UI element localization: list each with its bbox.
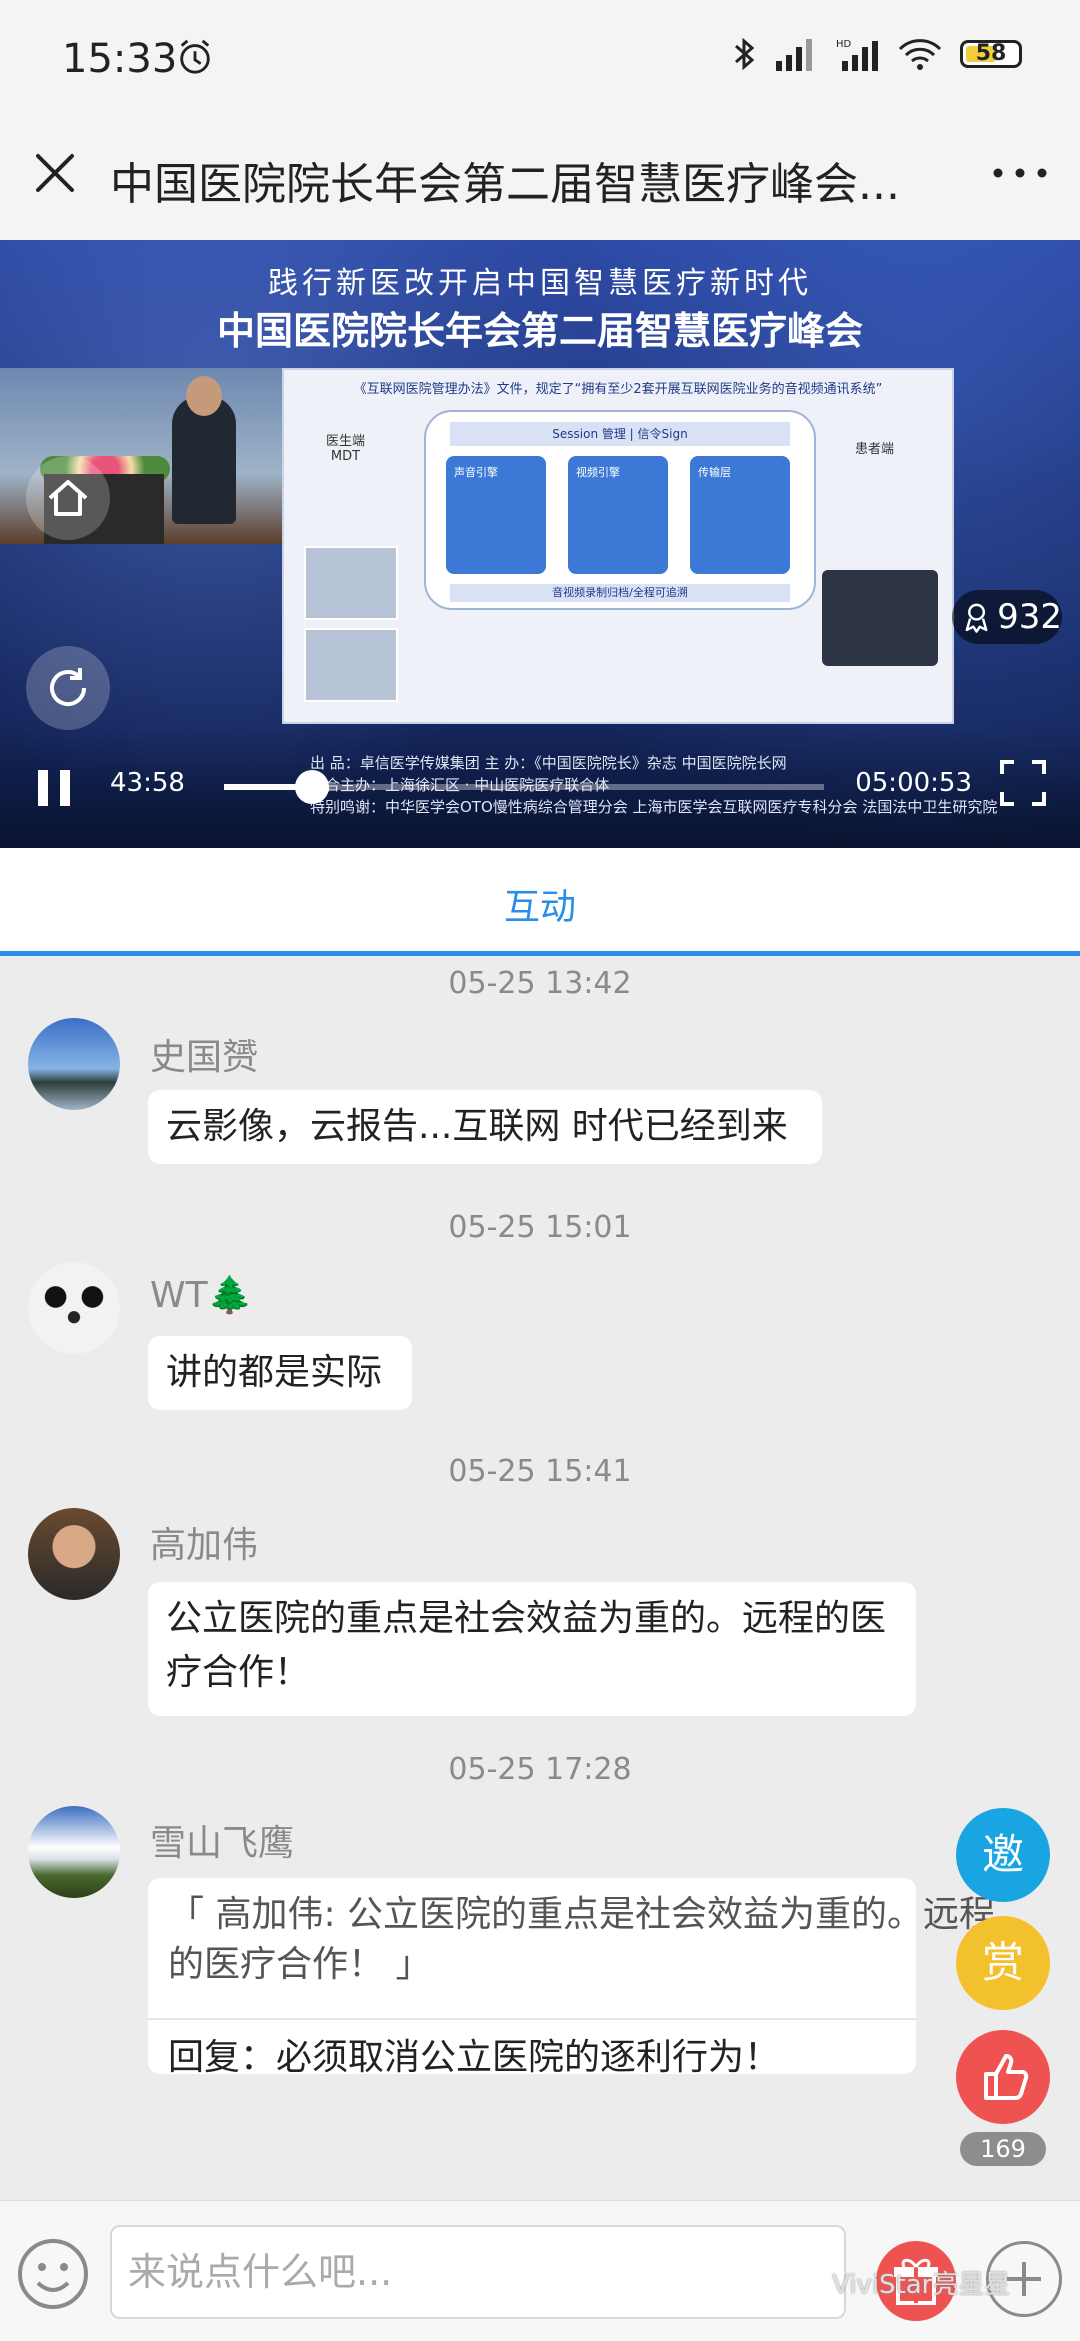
divider	[148, 2018, 916, 2020]
chat-list[interactable]: 05-25 13:42 史国赟 云影像，云报告...互联网 时代已经到来 05-…	[0, 956, 1080, 2200]
quoted-message: 「 高加伟: 公立医院的重点是社会效益为重的。远程的医疗合作！ 」	[168, 1894, 996, 1985]
status-bar: 15:33 HD 58	[0, 0, 1080, 118]
wifi-icon	[898, 39, 942, 70]
avatar[interactable]	[28, 1508, 120, 1600]
watermark: ViviStar亮星星	[832, 2270, 1011, 2300]
battery-level: 58	[975, 41, 1007, 66]
message-timestamp: 05-25 13:42	[448, 966, 632, 1001]
like-button[interactable]	[956, 2030, 1050, 2124]
page-title: 中国医院院长年会第二届智慧医疗峰会...	[110, 159, 900, 210]
slide-photo	[304, 546, 398, 620]
viewers-icon	[965, 603, 988, 633]
avatar[interactable]	[28, 1018, 120, 1110]
like-count: 169	[960, 2132, 1046, 2166]
slide-devices-image	[822, 570, 938, 666]
battery-icon: 58	[960, 40, 1022, 68]
slide-architecture: Session 管理 | 信令Sign 声音引擎 视频引擎 传输层 音视频录制归…	[424, 410, 816, 610]
slide-header: 《互联网医院管理办法》文件，规定了“拥有至少2套开展互联网医院业务的音视频通讯系…	[353, 382, 883, 397]
username: 高加伟	[150, 1525, 259, 1566]
progress-thumb[interactable]	[294, 770, 329, 804]
refresh-icon	[50, 668, 86, 706]
slide-box-audio: 声音引擎	[446, 456, 546, 574]
fullscreen-icon[interactable]	[998, 758, 1048, 808]
reply-bubble: 「 高加伟: 公立医院的重点是社会效益为重的。远程的医疗合作！ 」 回复：必须取…	[148, 1878, 995, 2078]
banner-title: 中国医院院长年会第二届智慧医疗峰会	[216, 309, 863, 353]
hd-signal-icon: HD	[836, 39, 878, 71]
home-icon	[48, 480, 88, 516]
tab-interaction[interactable]: 互动	[0, 878, 1080, 930]
slide-box-transport: 传输层	[690, 456, 790, 574]
message-timestamp: 05-25 15:41	[448, 1454, 632, 1489]
slide-bottom-bar: 音视频录制归档/全程可追溯	[450, 584, 790, 602]
slide-box-video: 视频引擎	[568, 456, 668, 574]
more-icon[interactable]	[990, 158, 1050, 188]
banner-subtitle: 践行新医改开启中国智慧医疗新时代	[268, 266, 812, 301]
invite-button[interactable]: 邀	[956, 1808, 1050, 1902]
username: 史国赟	[150, 1037, 259, 1078]
total-time: 05:00:53	[855, 768, 972, 798]
message-timestamp: 05-25 15:01	[448, 1210, 632, 1245]
svg-text:HD: HD	[836, 39, 852, 50]
pause-button[interactable]	[38, 770, 74, 806]
pause-icon	[60, 770, 70, 806]
slide-session: Session 管理 | 信令Sign	[450, 422, 790, 446]
status-icons: HD 58	[732, 36, 1022, 72]
close-icon[interactable]	[30, 148, 80, 198]
message-bubble: 讲的都是实际	[148, 1336, 412, 1410]
viewer-count: 932	[997, 597, 1062, 637]
reward-button[interactable]: 赏	[956, 1916, 1050, 2010]
tab-bar: 互动	[0, 848, 1080, 956]
avatar[interactable]	[28, 1262, 120, 1354]
reply-message: 回复：必须取消公立医院的逐利行为！	[168, 2037, 781, 2078]
home-button[interactable]	[26, 456, 110, 540]
speaker-head	[186, 376, 222, 416]
viewer-count-badge: 932	[952, 590, 1062, 644]
message-timestamp: 05-25 17:28	[448, 1752, 632, 1787]
slide-left-label: 医生端 MDT	[326, 434, 366, 464]
refresh-button[interactable]	[26, 646, 110, 730]
message-bubble: 公立医院的重点是社会效益为重的。远程的医疗合作！	[148, 1582, 916, 1716]
current-time: 43:58	[110, 768, 185, 798]
bluetooth-icon	[735, 37, 755, 71]
username: WT🌲	[150, 1275, 253, 1316]
message-bubble: 云影像，云报告...互联网 时代已经到来	[148, 1090, 822, 1164]
credit-line: 特别鸣谢：中华医学会OTO慢性病综合管理分会 上海市医学会互联网医疗专科分会 法…	[310, 798, 998, 816]
thumbs-up-icon	[984, 2054, 1029, 2100]
emoji-icon[interactable]	[16, 2237, 90, 2311]
status-time: 15:33	[62, 36, 178, 82]
slide-right-label: 患者端	[854, 442, 894, 457]
signal-icon	[776, 39, 812, 71]
progress-bar[interactable]	[224, 770, 824, 804]
username: 雪山飞鹰	[150, 1823, 295, 1864]
slide-photo	[304, 628, 398, 702]
comment-input[interactable]: 来说点什么吧...	[110, 2225, 846, 2319]
pause-icon	[38, 770, 48, 806]
avatar[interactable]	[28, 1806, 120, 1898]
title-bar: 中国医院院长年会第二届智慧医疗峰会...	[0, 118, 1080, 240]
presentation-slide: 《互联网医院管理办法》文件，规定了“拥有至少2套开展互联网医院业务的音视频通讯系…	[282, 368, 954, 724]
alarm-icon	[180, 39, 210, 74]
